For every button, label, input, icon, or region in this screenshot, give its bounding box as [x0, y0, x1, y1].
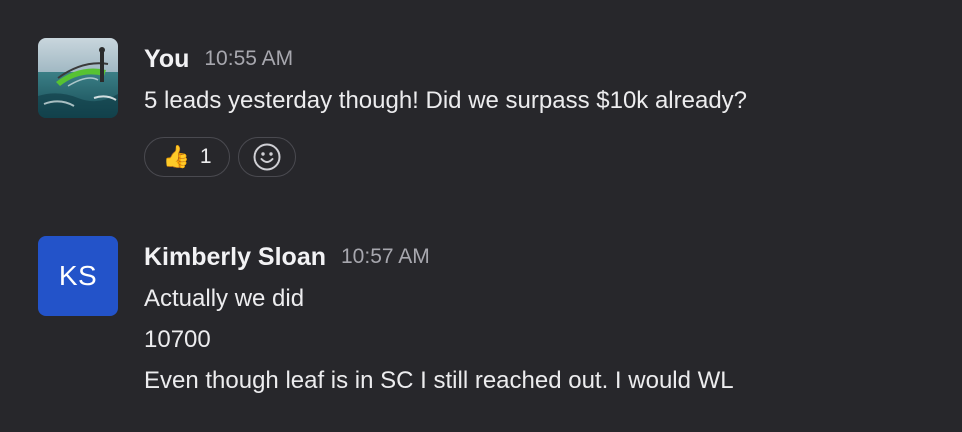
- add-reaction-button[interactable]: [238, 137, 296, 177]
- sender-name[interactable]: Kimberly Sloan: [144, 243, 326, 272]
- timestamp[interactable]: 10:55 AM: [204, 47, 293, 71]
- message-header: You 10:55 AM: [144, 38, 934, 80]
- sender-name[interactable]: You: [144, 45, 189, 74]
- avatar-photo-icon: [38, 38, 118, 118]
- message-content: You 10:55 AM 5 leads yesterday though! D…: [144, 38, 934, 177]
- message-text-line: 10700: [144, 326, 211, 353]
- thumbs-up-icon: 👍: [162, 144, 190, 169]
- reaction-count: 1: [199, 145, 212, 168]
- message-text-line: Even though leaf is in SC I still reache…: [144, 367, 734, 394]
- reaction-thumbs-up[interactable]: 👍 1: [144, 137, 230, 177]
- timestamp[interactable]: 10:57 AM: [341, 245, 430, 269]
- message-content: Kimberly Sloan 10:57 AM Actually we did …: [144, 236, 934, 401]
- smiley-icon: [253, 143, 281, 171]
- message-text: 5 leads yesterday though! Did we surpass…: [144, 87, 748, 114]
- avatar-initials: KS: [58, 260, 98, 291]
- message-header: Kimberly Sloan 10:57 AM: [144, 236, 934, 278]
- message-text-line: Actually we did: [144, 285, 305, 312]
- avatar[interactable]: KS: [38, 236, 118, 316]
- reactions-bar: 👍 1: [144, 137, 934, 177]
- avatar[interactable]: [38, 38, 118, 118]
